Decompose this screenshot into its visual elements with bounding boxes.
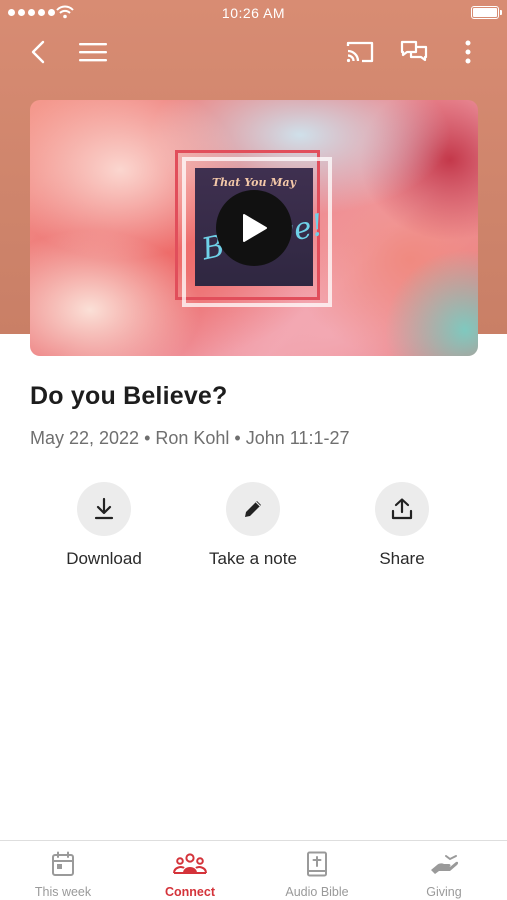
tab-audio-bible[interactable]: Audio Bible (254, 841, 380, 900)
tab-this-week[interactable]: This week (0, 841, 126, 900)
bottom-tab-bar: This week Connect Audio Bible Giving (0, 840, 507, 900)
more-vertical-icon (465, 40, 471, 64)
sermon-title: Do you Believe? (30, 382, 228, 410)
battery-icon (471, 6, 502, 19)
chat-bubbles-icon (400, 40, 428, 62)
tab-giving[interactable]: Giving (381, 841, 507, 900)
hamburger-menu-icon (79, 43, 107, 62)
download-label: Download (66, 549, 142, 568)
status-bar: 10:26 AM (0, 0, 507, 28)
take-note-circle (226, 482, 280, 536)
cast-icon (346, 41, 374, 63)
menu-button[interactable] (75, 34, 111, 70)
back-button[interactable] (20, 34, 56, 70)
people-group-icon (173, 853, 207, 874)
sermon-meta: May 22, 2022 • Ron Kohl • John 11:1-27 (30, 428, 350, 448)
take-note-label: Take a note (209, 549, 297, 568)
play-icon (243, 214, 267, 242)
tab-giving-label: Giving (426, 885, 462, 899)
calendar-icon (52, 851, 74, 876)
share-upload-icon (391, 498, 413, 520)
tab-this-week-label: This week (34, 885, 92, 899)
giving-hand-icon (431, 855, 459, 874)
chat-button[interactable] (396, 34, 432, 70)
more-options-button[interactable] (450, 34, 486, 70)
share-button[interactable]: Share (332, 482, 472, 569)
tab-connect[interactable]: Connect (127, 841, 253, 900)
artwork-title: That You May (212, 176, 296, 189)
sermon-video-player[interactable]: That You May Believe! (30, 100, 478, 356)
chevron-left-icon (31, 40, 45, 64)
cast-button[interactable] (342, 34, 378, 70)
status-time: 10:26 AM (221, 5, 286, 21)
download-button[interactable]: Download (34, 482, 174, 569)
play-button[interactable] (216, 190, 292, 266)
share-label: Share (379, 549, 425, 568)
bible-icon (307, 851, 327, 877)
pencil-icon (245, 501, 261, 517)
app-screen: 10:26 AM That You May Do you Believe? Ma… (0, 0, 507, 900)
download-circle (77, 482, 131, 536)
tab-connect-label: Connect (165, 885, 215, 899)
take-note-button[interactable]: Take a note (183, 482, 323, 569)
tab-audio-bible-label: Audio Bible (285, 885, 349, 899)
share-circle (375, 482, 429, 536)
download-icon (94, 497, 114, 520)
